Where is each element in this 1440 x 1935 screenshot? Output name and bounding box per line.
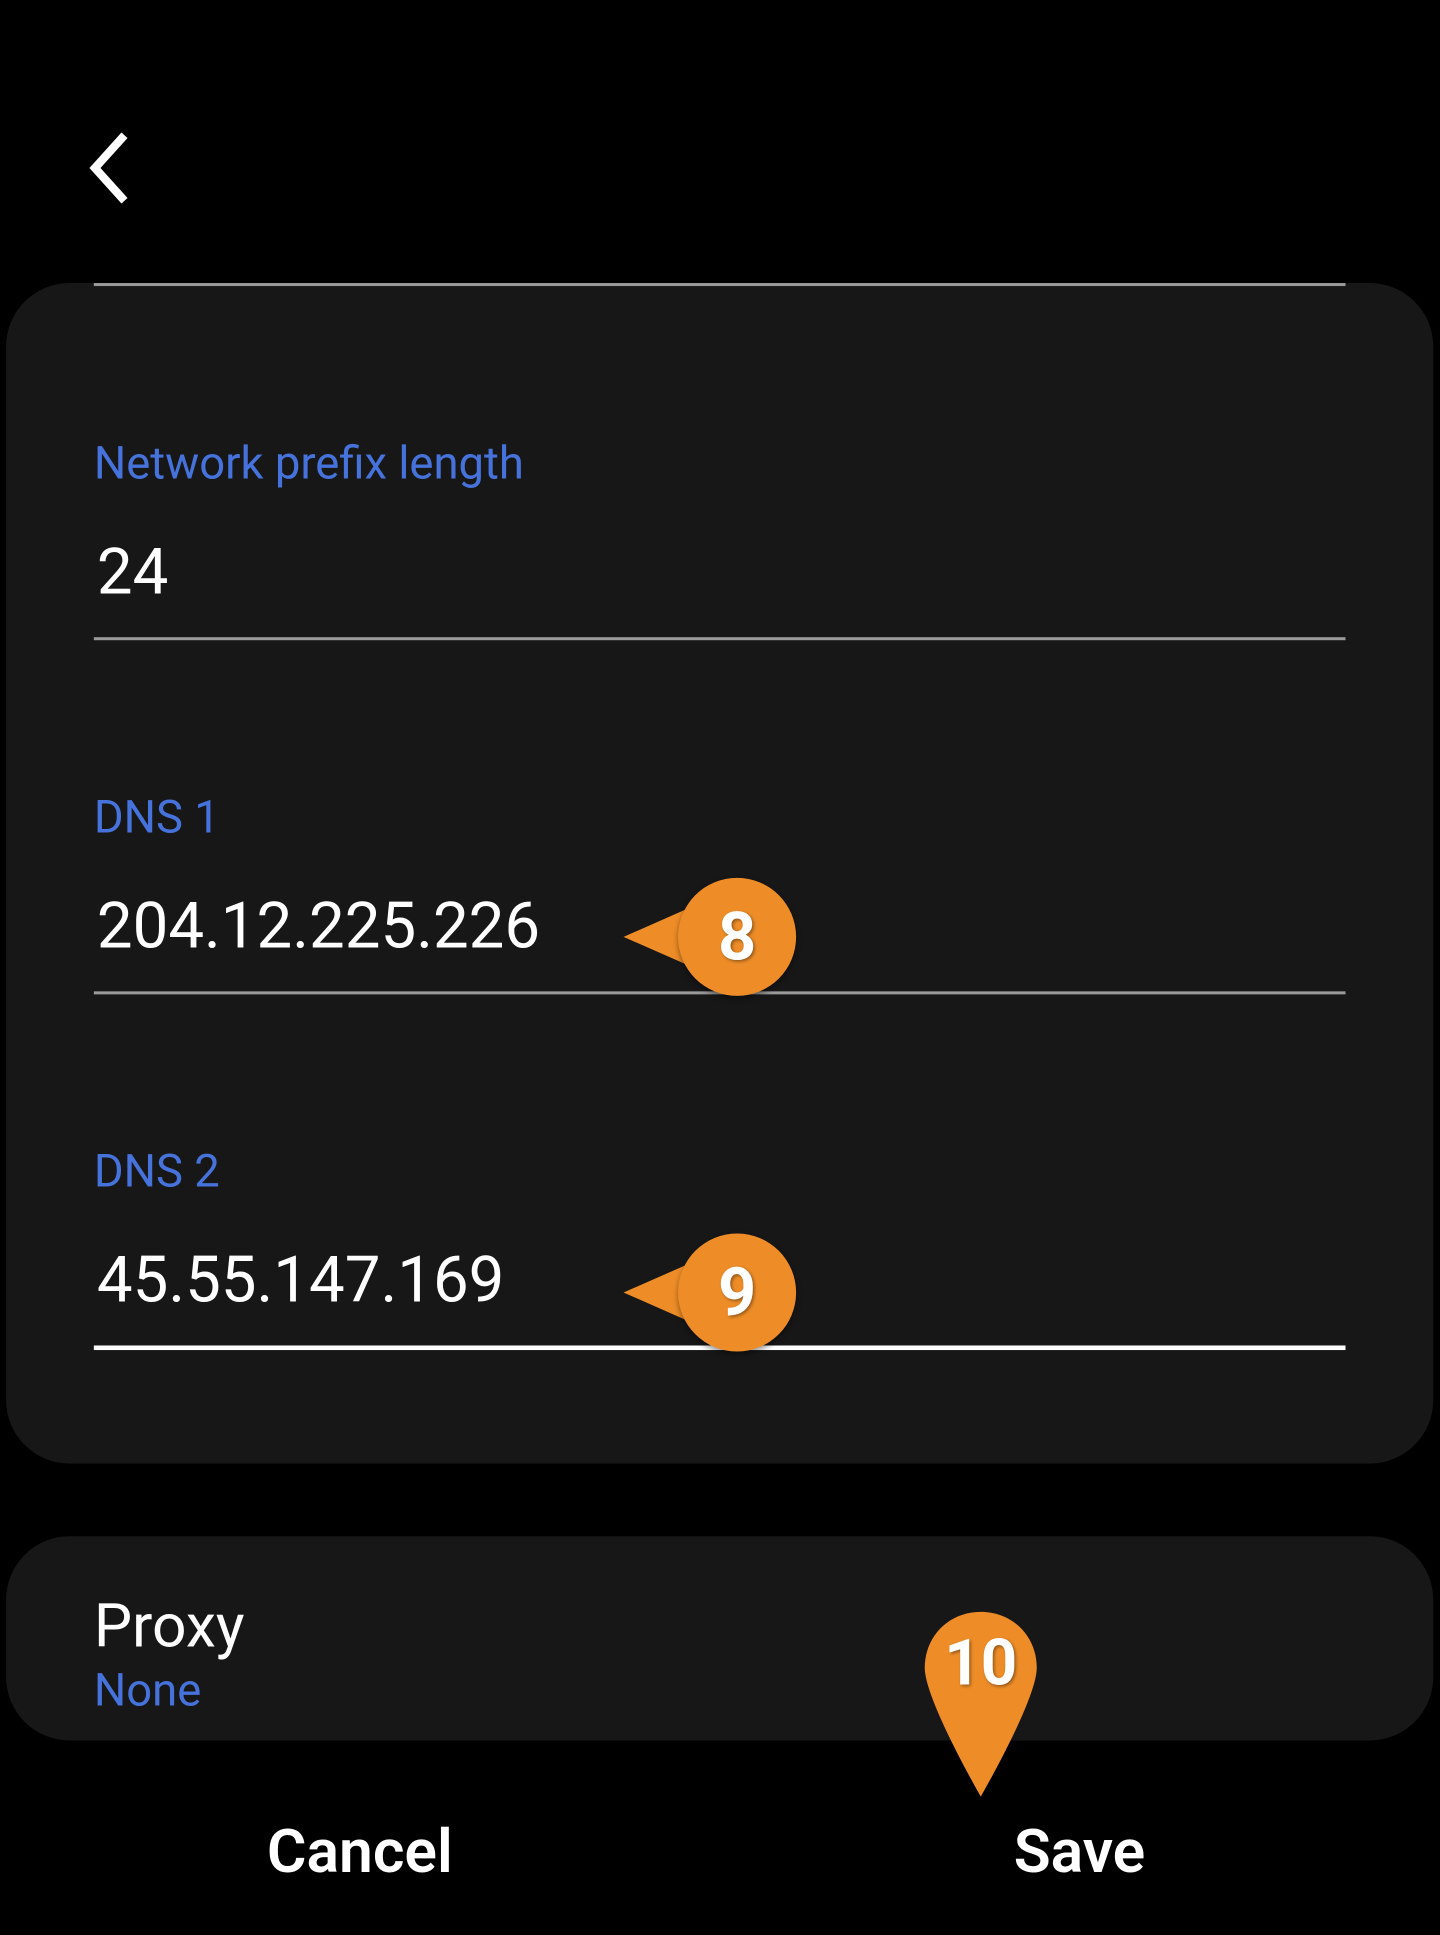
prefix-length-input[interactable]: 24 [94,527,1346,641]
network-settings-card: Network prefix length 24 DNS 1 204.12.22… [6,283,1433,1464]
proxy-title: Proxy [94,1591,1346,1662]
divider [94,283,1346,286]
cancel-button[interactable]: Cancel [0,1773,720,1929]
save-button[interactable]: Save [720,1773,1440,1929]
back-icon[interactable] [83,129,136,208]
dns1-input[interactable]: 204.12.225.226 [94,881,1346,995]
header [0,0,1439,250]
dns1-field: DNS 1 204.12.225.226 8 [94,792,1346,995]
proxy-value: None [94,1665,1346,1718]
proxy-card[interactable]: Proxy None [6,1536,1433,1740]
footer-bar: Cancel Save [0,1768,1439,1934]
dns2-field: DNS 2 45.55.147.169 9 [94,1146,1346,1350]
dns1-label: DNS 1 [94,792,1346,845]
dns2-input[interactable]: 45.55.147.169 [94,1235,1346,1350]
prefix-length-label: Network prefix length [94,437,1346,490]
dns2-label: DNS 2 [94,1146,1346,1199]
prefix-length-field: Network prefix length 24 [94,437,1346,640]
